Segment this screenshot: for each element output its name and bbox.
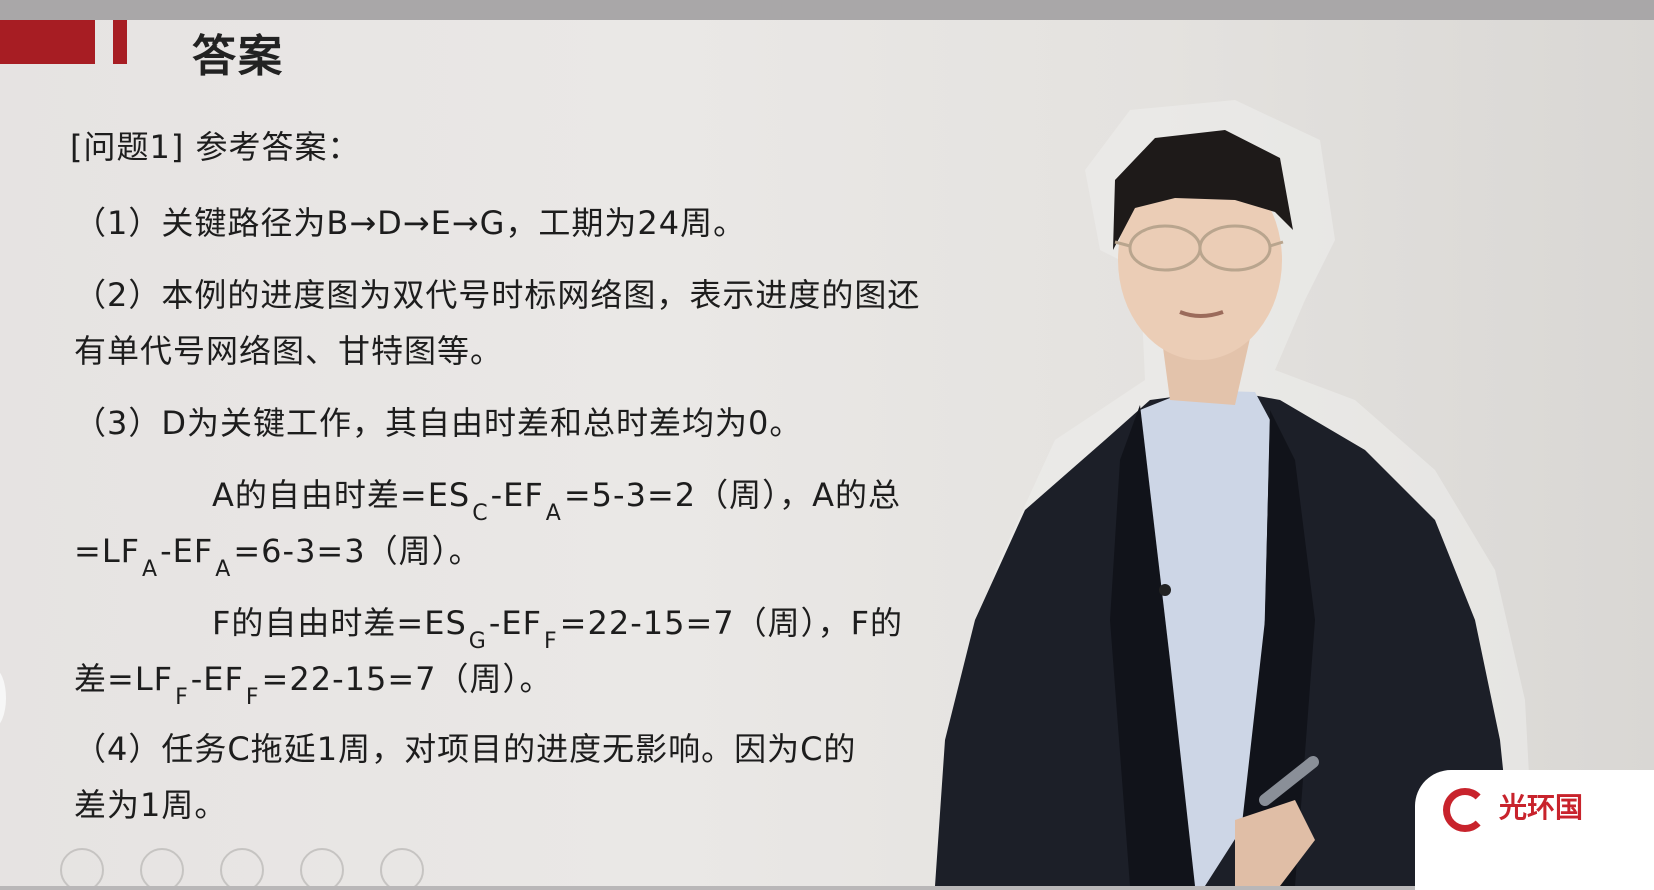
- formula-text: =5-3=2（周），A的总: [563, 476, 902, 514]
- formula-text: -EF: [160, 532, 214, 570]
- answer-2-line-1: （2）本例的进度图为双代号时标网络图，表示进度的图还: [74, 276, 921, 314]
- brand-name: 光环国: [1499, 791, 1584, 824]
- brand-logo-icon: [1443, 788, 1487, 832]
- answer-1: （1）关键路径为B→D→E→G，工期为24周。: [74, 204, 747, 242]
- answer-4-line-2: 差为1周。: [74, 786, 228, 824]
- free-float-f-line: F的自由时差=ESG-EFF=22-15=7（周），F的: [212, 598, 904, 654]
- subscript: A: [545, 501, 562, 526]
- subscript: A: [142, 557, 159, 582]
- answer-2-line-2: 有单代号网络图、甘特图等。: [74, 332, 504, 370]
- formula-text: -EF: [488, 604, 542, 642]
- subscript: C: [472, 501, 489, 526]
- total-float-f-line: 差=LFF-EFF=22-15=7（周）。: [74, 654, 553, 710]
- presenter-figure: [935, 100, 1535, 886]
- subscript: F: [544, 629, 558, 654]
- title-accent-bar: [0, 20, 95, 64]
- brand-logo: 光环国: [1415, 770, 1654, 890]
- free-float-a-line: A的自由时差=ESC-EFA=5-3=2（周），A的总: [212, 470, 902, 526]
- subscript: F: [245, 685, 260, 710]
- slide-title: 答案: [192, 31, 284, 82]
- question-heading: [问题1] 参考答案：: [70, 128, 361, 166]
- formula-text: 差=LF: [74, 660, 174, 698]
- formula-text: =22-15=7（周）。: [261, 660, 553, 698]
- answer-4-line-1: （4）任务C拖延1周，对项目的进度无影响。因为C的: [74, 730, 857, 768]
- formula-text: -EF: [190, 660, 244, 698]
- formula-text: =6-3=3（周）。: [233, 532, 482, 570]
- subscript: G: [468, 629, 487, 654]
- formula-text: F的自由时差=ES: [212, 604, 467, 642]
- subscript: A: [215, 557, 232, 582]
- top-bar: [0, 0, 1654, 20]
- side-handle: [0, 668, 6, 728]
- formula-text: =LF: [74, 532, 141, 570]
- title-accent-bar-small: [113, 20, 127, 64]
- formula-text: =22-15=7（周），F的: [559, 604, 904, 642]
- subscript: F: [175, 685, 189, 710]
- formula-text: A的自由时差=ES: [212, 476, 471, 514]
- answer-3: （3）D为关键工作，其自由时差和总时差均为0。: [74, 404, 803, 442]
- formula-text: -EF: [490, 476, 544, 514]
- total-float-a-line: =LFA-EFA=6-3=3（周）。: [74, 526, 482, 582]
- bottom-decoration: [60, 848, 460, 886]
